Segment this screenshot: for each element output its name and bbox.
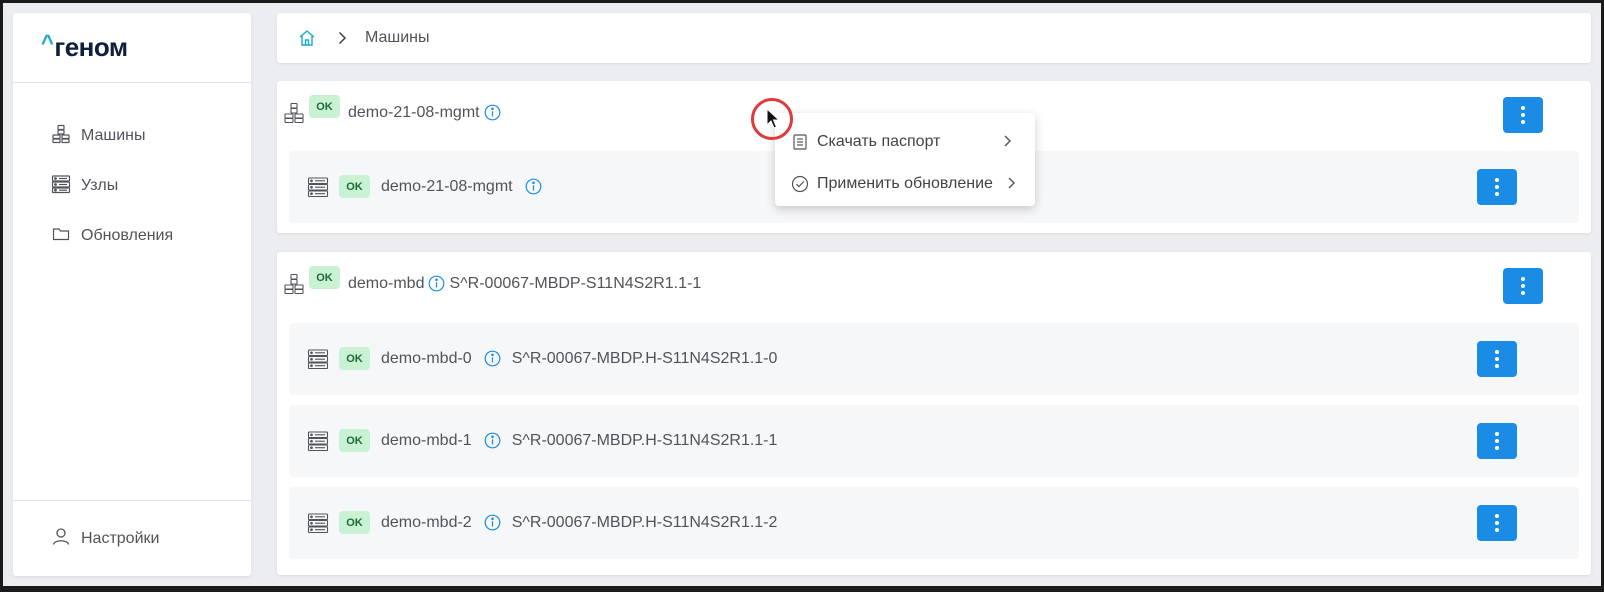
machine-serial: S^R-00067-MBDP-S11N4S2R1.1-1: [449, 274, 702, 292]
node-serial: S^R-00067-MBDP.H-S11N4S2R1.1-0: [511, 349, 778, 367]
machine-card: OK demo-mbd S^R-00067-MBDP-S11N4S2R1.1-1…: [277, 252, 1591, 575]
sidebar-item-label: Обновления: [81, 227, 174, 244]
kebab-icon: [1495, 513, 1499, 534]
machine-header: OK demo-21-08-mgmt: [283, 95, 501, 124]
logo-text: геном: [54, 32, 128, 62]
node-name[interactable]: demo-mbd-1: [381, 432, 472, 450]
app-logo[interactable]: ^геном: [41, 30, 128, 63]
status-badge: OK: [339, 511, 370, 534]
node-row: OK demo-mbd-2 S^R-00067-MBDP.H-S11N4S2R1…: [289, 487, 1579, 559]
menu-item-label: Скачать паспорт: [817, 133, 941, 150]
node-menu-button[interactable]: [1477, 341, 1517, 377]
document-icon: [791, 133, 817, 151]
home-icon[interactable]: [297, 28, 317, 48]
mouse-pointer-icon: [766, 108, 780, 130]
chevron-right-icon: [1005, 176, 1017, 190]
status-badge: OK: [309, 95, 340, 118]
sidebar-item-updates[interactable]: Обновления: [13, 211, 251, 261]
machine-menu-button[interactable]: [1503, 268, 1543, 304]
menu-item-apply-update[interactable]: Применить обновление: [775, 163, 1035, 205]
node-line: OK demo-mbd-0 S^R-00067-MBDP.H-S11N4S2R1…: [307, 347, 777, 370]
node-line: OK demo-mbd-2 S^R-00067-MBDP.H-S11N4S2R1…: [307, 511, 777, 534]
machines-icon: [51, 124, 81, 149]
settings-label: Настройки: [81, 529, 160, 547]
node-icon: [307, 176, 329, 198]
kebab-icon: [1495, 177, 1499, 198]
node-menu-button[interactable]: [1477, 505, 1517, 541]
node-menu-button[interactable]: [1477, 423, 1517, 459]
node-name[interactable]: demo-mbd-0: [381, 350, 472, 368]
kebab-icon: [1521, 105, 1525, 126]
info-icon[interactable]: [484, 514, 501, 531]
node-icon: [307, 512, 329, 534]
sidebar-item-nodes[interactable]: Узлы: [13, 161, 251, 211]
kebab-icon: [1521, 276, 1525, 297]
info-icon[interactable]: [525, 178, 542, 195]
sidebar-item-machines[interactable]: Машины: [13, 111, 251, 161]
context-menu: Скачать паспорт Применить обновление: [775, 113, 1035, 206]
machine-icon: [283, 273, 305, 295]
node-menu-button[interactable]: [1477, 169, 1517, 205]
node-row: OK demo-mbd-1 S^R-00067-MBDP.H-S11N4S2R1…: [289, 405, 1579, 477]
sidebar-nav: Машины Узлы Обновления: [13, 83, 251, 261]
node-name[interactable]: demo-mbd-2: [381, 514, 472, 532]
sidebar-item-label: Машины: [81, 127, 146, 144]
user-icon: [51, 526, 81, 551]
menu-item-download-passport[interactable]: Скачать паспорт: [775, 121, 1035, 163]
chevron-right-icon: [1001, 134, 1013, 148]
info-icon[interactable]: [484, 104, 501, 121]
status-badge: OK: [309, 266, 340, 289]
logo-caret: ^: [41, 30, 54, 55]
chevron-right-icon: [335, 31, 349, 45]
machine-name[interactable]: demo-21-08-mgmt: [348, 104, 480, 122]
status-badge: OK: [339, 429, 370, 452]
node-row: OK demo-mbd-0 S^R-00067-MBDP.H-S11N4S2R1…: [289, 323, 1579, 395]
node-line: OK demo-21-08-mgmt: [307, 175, 542, 198]
info-icon[interactable]: [428, 275, 445, 292]
check-circle-icon: [791, 175, 817, 193]
node-icon: [307, 348, 329, 370]
folder-icon: [51, 224, 81, 249]
status-badge: OK: [339, 347, 370, 370]
info-icon[interactable]: [484, 432, 501, 449]
kebab-icon: [1495, 349, 1499, 370]
node-name[interactable]: demo-21-08-mgmt: [381, 178, 513, 196]
sidebar-item-label: Узлы: [81, 177, 119, 194]
kebab-icon: [1495, 431, 1499, 452]
sidebar: ^геном Машины Узлы Обновления Настройки: [13, 13, 251, 576]
machine-name[interactable]: demo-mbd: [348, 275, 424, 293]
nodes-icon: [51, 174, 81, 199]
info-icon[interactable]: [484, 350, 501, 367]
node-line: OK demo-mbd-1 S^R-00067-MBDP.H-S11N4S2R1…: [307, 429, 777, 452]
machine-header: OK demo-mbd S^R-00067-MBDP-S11N4S2R1.1-1: [283, 266, 702, 295]
breadcrumb: Машины: [277, 13, 1591, 63]
breadcrumb-current: Машины: [365, 29, 430, 46]
logo-area: ^геном: [13, 13, 251, 83]
node-icon: [307, 430, 329, 452]
node-serial: S^R-00067-MBDP.H-S11N4S2R1.1-2: [511, 513, 778, 531]
machine-icon: [283, 102, 305, 124]
status-badge: OK: [339, 175, 370, 198]
machine-menu-button[interactable]: [1503, 97, 1543, 133]
menu-item-label: Применить обновление: [817, 175, 993, 192]
sidebar-item-settings[interactable]: Настройки: [13, 500, 251, 576]
node-serial: S^R-00067-MBDP.H-S11N4S2R1.1-1: [511, 431, 778, 449]
